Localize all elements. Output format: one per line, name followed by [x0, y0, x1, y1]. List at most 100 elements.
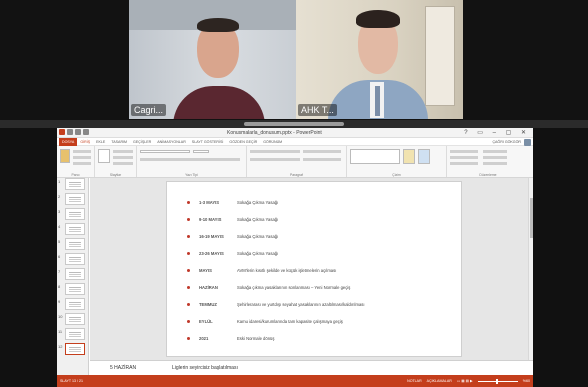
slide-thumbnail[interactable] [65, 208, 85, 220]
slide-thumbnail[interactable] [65, 298, 85, 310]
participant-video-left[interactable]: Cagri... [129, 0, 296, 119]
background-door [425, 6, 455, 106]
slide-thumbnail[interactable] [65, 313, 85, 325]
replace-button[interactable] [483, 156, 507, 159]
avatar[interactable] [524, 139, 531, 146]
tab-insert[interactable]: EKLE [93, 138, 108, 146]
panel-divider[interactable] [0, 120, 588, 128]
save-icon[interactable] [67, 129, 73, 135]
timeline-date: TEMMUZ [199, 302, 217, 307]
comments-toggle-button[interactable]: AÇIKLAMALAR [427, 379, 452, 383]
notes-date: 5 HAZİRAN [110, 365, 137, 371]
tab-design[interactable]: TASARIM [108, 138, 130, 146]
arrange-icon[interactable] [403, 149, 415, 164]
powerpoint-logo-icon [59, 129, 65, 135]
timeline-desc: Sokağa Çıkma Yasağı [237, 234, 279, 239]
timeline-desc: Sokağa Çıkma Yasağı [237, 200, 279, 205]
scrollbar-thumb[interactable] [530, 198, 533, 238]
divider-handle[interactable] [244, 122, 344, 126]
tab-home[interactable]: GİRİŞ [77, 138, 93, 146]
ribbon-group-clipboard: Pano [57, 146, 95, 177]
notes-pane[interactable]: 5 HAZİRAN Lig­lerin seyircisiz başlatılm… [90, 360, 533, 375]
bullet-icon [187, 320, 190, 323]
ribbon-group-slides: Slaytlar [95, 146, 137, 177]
font-format-buttons[interactable] [140, 158, 240, 161]
slide-thumbnail[interactable] [65, 328, 85, 340]
list-buttons[interactable] [250, 150, 300, 153]
undo-icon[interactable] [75, 129, 81, 135]
bullet-icon [187, 201, 190, 204]
slide-thumbnails-pane[interactable]: 1 2 3 4 5 6 7 8 9 10 11 12 [57, 178, 89, 375]
ribbon-tabs: DOSYA GİRİŞ EKLE TASARIM GEÇİŞLER ANİMAS… [57, 137, 533, 146]
text-direction-button[interactable] [303, 150, 341, 153]
notes-toggle-button[interactable]: NOTLAR [407, 379, 422, 383]
font-size-select[interactable] [193, 150, 209, 153]
timeline-date: MAYIS [199, 268, 212, 273]
shape-outline-button[interactable] [450, 156, 478, 159]
timeline-row: 1-3 MAYIS Sokağa Çıkma Yasağı [187, 194, 443, 211]
bullet-icon [187, 218, 190, 221]
slide-thumbnail[interactable] [65, 178, 85, 190]
person-hair [197, 18, 239, 32]
tab-view[interactable]: GÖRÜNÜM [260, 138, 285, 146]
slide-thumbnail[interactable] [65, 268, 85, 280]
tab-transitions[interactable]: GEÇİŞLER [130, 138, 154, 146]
slide-thumbnail[interactable] [65, 283, 85, 295]
tab-animations[interactable]: ANİMASYONLAR [154, 138, 189, 146]
participant-name-tag: AHK T... [298, 104, 337, 116]
slide-thumbnail[interactable] [65, 238, 85, 250]
quick-styles-icon[interactable] [418, 149, 430, 164]
timeline-row: EYLÜL Kamu idaresi/kurumlarında tam kapas… [187, 313, 443, 330]
tab-slideshow[interactable]: SLAYT GÖSTERİSİ [189, 138, 227, 146]
slide-thumbnail[interactable] [65, 253, 85, 265]
redo-icon[interactable] [83, 129, 89, 135]
bullet-icon [187, 269, 190, 272]
ribbon-group-font: Yazı Tipi [137, 146, 247, 177]
shape-effects-button[interactable] [450, 162, 478, 165]
participant-name-tag: Cagri... [131, 104, 167, 116]
shape-fill-button[interactable] [450, 150, 478, 153]
slide-thumbnail-selected[interactable] [65, 343, 85, 355]
powerpoint-window: Konusmalarla_donusum.pptx - PowerPoint ?… [57, 128, 533, 387]
ribbon-group-drawing: Çizim [347, 146, 447, 177]
user-name[interactable]: ÇAĞRI GÖKGÖR [492, 138, 521, 146]
ribbon-group-editing: Düzenleme [447, 146, 529, 177]
timeline-date: EYLÜL [199, 319, 213, 324]
font-name-select[interactable] [140, 150, 190, 153]
slide-edit-area[interactable]: 1-3 MAYIS Sokağa Çıkma Yasağı 9-10 MAYIS So… [90, 178, 533, 375]
new-slide-icon[interactable] [98, 149, 110, 163]
timeline-desc: Eski Normale dönüş [237, 336, 275, 341]
window-controls[interactable]: ? ▭ – ▢ ✕ [464, 129, 530, 136]
timeline-row: HAZİRAN Sokağa çıkma yasaklarının sonlanm… [187, 279, 443, 296]
timeline-date: 1-3 MAYIS [199, 200, 220, 205]
timeline-row: TEMMUZ Şehirlerarası ve yurtdışı seyahat … [187, 296, 443, 313]
tab-file[interactable]: DOSYA [59, 137, 78, 146]
select-button[interactable] [483, 162, 507, 165]
ribbon: Pano Slaytlar Yazı Tipi Paragraf Çizim D… [57, 146, 533, 178]
timeline-desc: Sokağa Çıkma Yasağı [237, 251, 279, 256]
align-buttons[interactable] [250, 158, 300, 161]
timeline-row: MAYIS AVM'lerin kısıtlı şekilde ve küçük … [187, 262, 443, 279]
zoom-slider[interactable] [477, 378, 518, 384]
current-slide[interactable]: 1-3 MAYIS Sokağa Çıkma Yasağı 9-10 MAYIS So… [166, 181, 462, 357]
vertical-scrollbar[interactable] [528, 178, 533, 375]
view-buttons[interactable]: ▭ ▦ ▤ ▶ [457, 379, 473, 383]
title-bar: Konusmalarla_donusum.pptx - PowerPoint ?… [57, 128, 533, 138]
participant-video-right[interactable]: AHK T... [296, 0, 463, 119]
timeline-row: 9-10 MAYIS Sokağa Çıkma Yasağı [187, 211, 443, 228]
timeline-date: 23-26 MAYIS [199, 251, 224, 256]
notes-text: Lig­lerin seyircisiz başlatılması [172, 365, 238, 371]
timeline-row: 16-19 MAYIS Sokağa Çıkma Yasağı [187, 228, 443, 245]
slide-counter: SLAYT 13 / 21 [60, 379, 84, 383]
paste-icon[interactable] [60, 149, 70, 163]
zoom-level[interactable]: %60 [523, 379, 530, 383]
bullet-icon [187, 235, 190, 238]
slide-thumbnail[interactable] [65, 223, 85, 235]
slide-thumbnail[interactable] [65, 193, 85, 205]
find-button[interactable] [483, 150, 507, 153]
quick-access-toolbar [59, 129, 89, 135]
shapes-gallery[interactable] [350, 149, 400, 164]
smartart-button[interactable] [303, 158, 341, 161]
video-strip: Cagri... AHK T... [0, 0, 588, 120]
tab-review[interactable]: GÖZDEN GEÇİR [226, 138, 260, 146]
